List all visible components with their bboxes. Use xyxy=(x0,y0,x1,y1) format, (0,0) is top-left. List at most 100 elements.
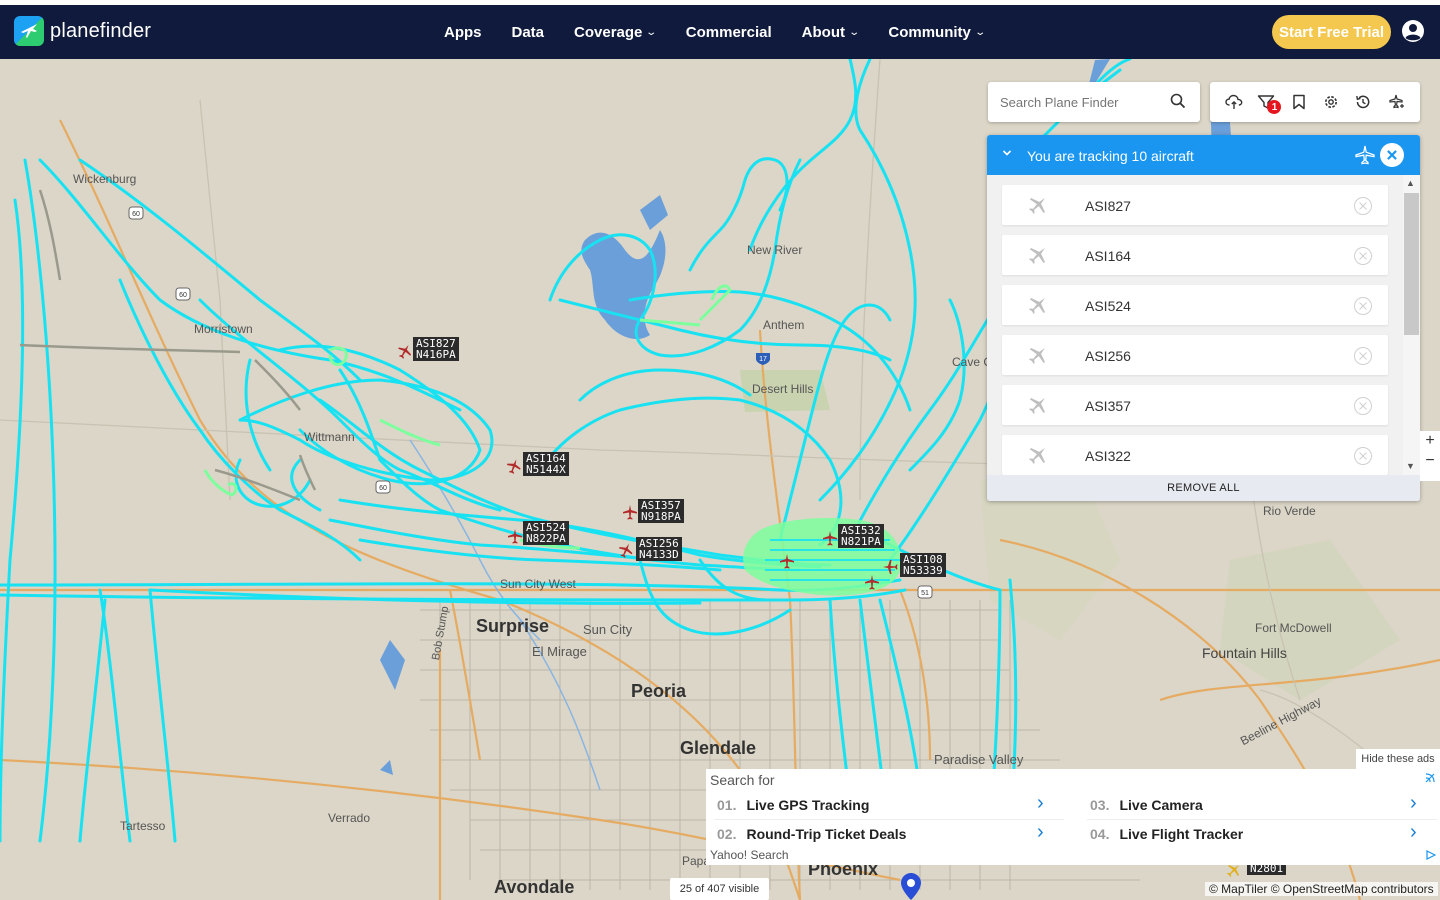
ad-choices-icon[interactable] xyxy=(1426,850,1436,860)
site-header: planefinder Apps Data Coverage ⌄ Commerci… xyxy=(0,5,1440,59)
place-label: Tartesso xyxy=(120,819,166,833)
airplane-icon xyxy=(1029,248,1045,264)
bookmark-button[interactable] xyxy=(1288,91,1310,113)
search-ad-block: Search for 01. Live GPS Tracking › 02. Rou… xyxy=(706,769,1440,865)
ad-link-live-flight-tracker[interactable]: 04. Live Flight Tracker xyxy=(1090,826,1243,842)
search-icon[interactable] xyxy=(1170,93,1186,109)
remove-aircraft-icon[interactable] xyxy=(1353,396,1373,416)
location-pin-icon[interactable] xyxy=(901,873,921,900)
layers-button[interactable] xyxy=(1385,91,1407,113)
place-label: Cave C xyxy=(952,355,993,369)
ad-divider xyxy=(714,819,1064,820)
search-input[interactable] xyxy=(1000,92,1160,112)
ad-item-number: 02. xyxy=(717,826,737,842)
ad-link-ticket-deals[interactable]: 02. Round-Trip Ticket Deals xyxy=(717,826,906,842)
aircraft-marker-icon[interactable] xyxy=(779,553,795,569)
aircraft-callsign-label[interactable]: ASI164 N5144X xyxy=(523,452,569,476)
place-label: Fort McDowell xyxy=(1255,621,1332,635)
chevron-down-icon[interactable]: ▼ xyxy=(1406,461,1415,471)
remove-aircraft-icon[interactable] xyxy=(1353,346,1373,366)
tracked-aircraft-row[interactable]: ASI322 xyxy=(1002,435,1388,475)
tracked-aircraft-row[interactable]: ASI164 xyxy=(1002,235,1388,275)
brand-logo[interactable]: planefinder xyxy=(14,16,151,46)
map-attribution[interactable]: © MapTiler © OpenStreetMap contributors xyxy=(1205,882,1438,896)
chevron-up-icon[interactable]: ▲ xyxy=(1406,178,1415,188)
user-icon[interactable] xyxy=(1401,19,1425,43)
aircraft-marker-icon[interactable] xyxy=(864,574,880,590)
aircraft-marker-icon[interactable] xyxy=(882,559,898,575)
aircraft-registration: N5144X xyxy=(526,463,566,476)
route-shield-icon: 60 xyxy=(175,287,191,301)
aircraft-marker-icon[interactable] xyxy=(622,504,638,520)
chevron-right-icon[interactable]: › xyxy=(1410,792,1417,815)
aircraft-callsign-label[interactable]: ASI108 N53339 xyxy=(900,553,946,577)
place-label: Morristown xyxy=(194,322,253,336)
svg-text:60: 60 xyxy=(379,485,387,492)
nav-coverage[interactable]: Coverage ⌄ xyxy=(574,24,658,41)
place-label: Fountain Hills xyxy=(1202,645,1287,661)
ad-info-icon[interactable] xyxy=(1424,772,1436,784)
nav-community-label: Community xyxy=(888,23,971,41)
place-label: Paradise Valley xyxy=(934,752,1024,767)
aircraft-callsign-label[interactable]: ASI524 N822PA xyxy=(523,521,569,545)
place-label: Avondale xyxy=(494,877,575,897)
aircraft-registration: N4133D xyxy=(639,548,679,561)
aircraft-marker-icon[interactable] xyxy=(618,542,634,558)
history-button[interactable] xyxy=(1352,91,1374,113)
chevron-right-icon[interactable]: › xyxy=(1037,821,1044,844)
aircraft-callsign-label[interactable]: ASI532 N821PA xyxy=(838,524,884,548)
aircraft-registration: N822PA xyxy=(526,532,566,545)
tracking-panel: You are tracking 10 aircraft ASI827 ASI1… xyxy=(987,135,1420,501)
zoom-control: + − xyxy=(1420,431,1440,481)
aircraft-marker-icon[interactable] xyxy=(397,343,413,359)
settings-button[interactable] xyxy=(1320,91,1342,113)
airplane-icon xyxy=(1029,298,1045,314)
hide-ads-button[interactable]: Hide these ads xyxy=(1356,749,1440,769)
chevron-down-icon: ⌄ xyxy=(645,26,658,38)
close-panel-button[interactable] xyxy=(1380,143,1404,167)
ad-link-live-gps[interactable]: 01. Live GPS Tracking xyxy=(717,797,869,813)
filter-button[interactable]: 1 xyxy=(1255,91,1282,114)
aircraft-marker-icon[interactable] xyxy=(507,528,523,544)
cloud-button[interactable] xyxy=(1223,91,1245,113)
tracked-aircraft-callsign: ASI322 xyxy=(1085,448,1131,464)
aircraft-registration: N821PA xyxy=(841,535,881,548)
airplane-icon xyxy=(1029,448,1045,464)
tracked-aircraft-row[interactable]: ASI524 xyxy=(1002,285,1388,325)
tracked-aircraft-row[interactable]: ASI827 xyxy=(1002,185,1388,225)
start-free-trial-button[interactable]: Start Free Trial xyxy=(1272,15,1391,49)
chevron-right-icon[interactable]: › xyxy=(1410,821,1417,844)
tracked-aircraft-callsign: ASI256 xyxy=(1085,348,1131,364)
aircraft-callsign-label[interactable]: ASI827 N416PA xyxy=(413,337,459,361)
nav-commercial[interactable]: Commercial xyxy=(686,24,772,41)
nav-about[interactable]: About ⌄ xyxy=(802,24,860,41)
ad-item-number: 01. xyxy=(717,797,737,813)
aircraft-callsign-label[interactable]: ASI256 N4133D xyxy=(636,537,682,561)
chevron-down-icon[interactable] xyxy=(1001,147,1013,159)
tracked-aircraft-row[interactable]: ASI256 xyxy=(1002,335,1388,375)
svg-text:60: 60 xyxy=(179,292,187,299)
panel-scrollbar-thumb[interactable] xyxy=(1404,193,1419,335)
chevron-right-icon[interactable]: › xyxy=(1037,792,1044,815)
remove-aircraft-icon[interactable] xyxy=(1353,296,1373,316)
zoom-in-button[interactable]: + xyxy=(1420,431,1440,451)
visible-aircraft-count: 25 of 407 visible xyxy=(670,878,769,900)
aircraft-marker-icon[interactable] xyxy=(506,458,522,474)
tracked-aircraft-callsign: ASI524 xyxy=(1085,298,1131,314)
remove-aircraft-icon[interactable] xyxy=(1353,196,1373,216)
aircraft-callsign-label[interactable]: ASI357 N918PA xyxy=(638,499,684,523)
nav-community[interactable]: Community ⌄ xyxy=(888,23,986,41)
cloud-icon xyxy=(1225,94,1243,109)
remove-aircraft-icon[interactable] xyxy=(1353,446,1373,466)
tracked-aircraft-row[interactable]: ASI357 xyxy=(1002,385,1388,425)
place-label: Wittmann xyxy=(304,430,355,444)
ad-link-live-camera[interactable]: 03. Live Camera xyxy=(1090,797,1203,813)
nav-data[interactable]: Data xyxy=(512,24,545,41)
place-label: Anthem xyxy=(763,318,805,332)
remove-all-button[interactable]: REMOVE ALL xyxy=(987,475,1420,501)
aircraft-marker-icon[interactable] xyxy=(822,530,838,546)
remove-aircraft-icon[interactable] xyxy=(1353,246,1373,266)
ad-divider xyxy=(1087,819,1437,820)
nav-apps[interactable]: Apps xyxy=(444,24,482,41)
zoom-out-button[interactable]: − xyxy=(1420,451,1440,471)
